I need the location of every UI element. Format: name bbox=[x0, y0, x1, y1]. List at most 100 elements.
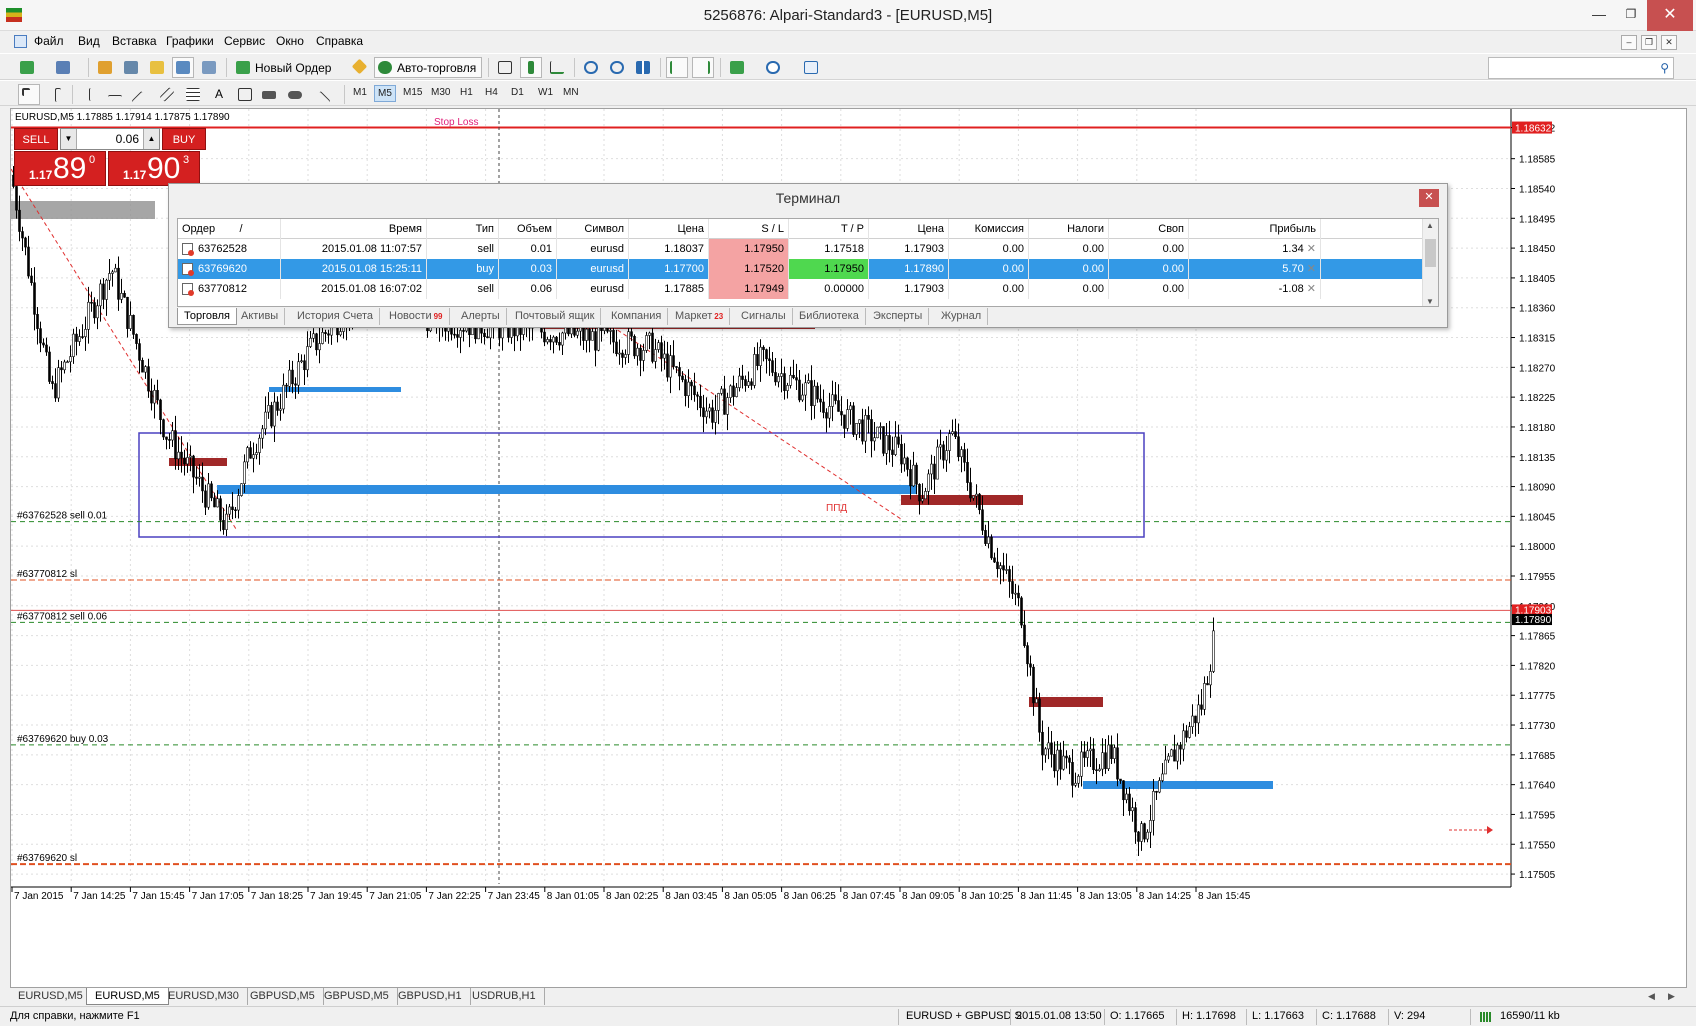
search-input[interactable]: ⚲ bbox=[1488, 57, 1674, 79]
terminal-tab[interactable]: Маркет 23 bbox=[669, 308, 731, 325]
timeframe-d1[interactable]: D1 bbox=[508, 85, 527, 100]
zoom-out-button[interactable] bbox=[606, 57, 628, 78]
close-order-icon[interactable]: ✕ bbox=[1304, 283, 1316, 295]
fibonacci-tool[interactable] bbox=[182, 84, 204, 105]
chart-tab[interactable]: GBPUSD,H1 bbox=[390, 988, 471, 1005]
bar-chart-button[interactable] bbox=[494, 57, 516, 78]
col-volume[interactable]: Объем bbox=[499, 219, 557, 239]
terminal-tab[interactable]: Почтовый ящик bbox=[509, 308, 602, 325]
arrows-tool[interactable] bbox=[310, 84, 340, 111]
mdi-close-button[interactable]: ✕ bbox=[1661, 35, 1677, 50]
cursor-tool[interactable] bbox=[18, 84, 40, 105]
market-watch-button[interactable] bbox=[94, 57, 116, 78]
profiles-button[interactable] bbox=[52, 57, 82, 78]
terminal-tab[interactable]: Активы bbox=[235, 308, 286, 325]
maximize-button[interactable]: ❐ bbox=[1615, 0, 1647, 31]
lot-decrease-button[interactable]: ▼ bbox=[61, 129, 77, 149]
chart-window-icon[interactable] bbox=[14, 35, 27, 48]
mdi-minimize-button[interactable]: – bbox=[1621, 35, 1637, 50]
tabs-scroll-right-icon[interactable]: ▶ bbox=[1668, 991, 1675, 1002]
terminal-close-button[interactable]: ✕ bbox=[1419, 189, 1439, 207]
text-tool[interactable]: A bbox=[208, 84, 230, 105]
timeframe-mn[interactable]: MN bbox=[560, 85, 582, 100]
terminal-button[interactable] bbox=[172, 57, 194, 78]
navigator-button[interactable] bbox=[146, 57, 168, 78]
timeframe-m5[interactable]: M5 bbox=[374, 85, 396, 102]
terminal-tab[interactable]: Сигналы bbox=[735, 308, 793, 325]
table-row[interactable]: 63762528 2015.01.08 11:07:57 sell 0.01 eurus… bbox=[178, 239, 1422, 259]
close-order-icon[interactable]: ✕ bbox=[1304, 263, 1316, 275]
auto-scroll-button[interactable] bbox=[666, 57, 688, 78]
col-price[interactable]: Цена bbox=[629, 219, 709, 239]
vertical-line-tool[interactable] bbox=[78, 84, 100, 105]
col-order[interactable]: Ордер / bbox=[178, 219, 281, 239]
lot-increase-button[interactable]: ▲ bbox=[143, 129, 159, 149]
col-sl[interactable]: S / L bbox=[709, 219, 789, 239]
scroll-thumb[interactable] bbox=[1425, 239, 1436, 267]
trendline-tool[interactable] bbox=[130, 84, 152, 111]
terminal-tab[interactable]: Алерты bbox=[455, 308, 507, 325]
timeframe-m1[interactable]: M1 bbox=[350, 85, 370, 100]
terminal-tab[interactable]: Новости 99 bbox=[383, 308, 450, 325]
equidistant-channel-tool[interactable] bbox=[156, 84, 178, 105]
col-current-price[interactable]: Цена bbox=[869, 219, 949, 239]
terminal-tab[interactable]: Компания bbox=[605, 308, 669, 325]
menu-help[interactable]: Справка bbox=[316, 34, 363, 48]
col-symbol[interactable]: Символ bbox=[557, 219, 629, 239]
col-taxes[interactable]: Налоги bbox=[1029, 219, 1109, 239]
timeframe-h1[interactable]: H1 bbox=[457, 85, 476, 100]
rectangle-tool[interactable] bbox=[258, 84, 280, 105]
line-chart-button[interactable] bbox=[546, 57, 568, 78]
col-tp[interactable]: T / P bbox=[789, 219, 869, 239]
chart-tab[interactable]: EURUSD,M5 bbox=[10, 988, 92, 1005]
menu-charts[interactable]: Графики bbox=[166, 34, 214, 48]
close-order-icon[interactable]: ✕ bbox=[1304, 243, 1316, 255]
menu-tools[interactable]: Сервис bbox=[224, 34, 265, 48]
metaeditor-button[interactable] bbox=[348, 57, 370, 78]
col-commission[interactable]: Комиссия bbox=[949, 219, 1029, 239]
col-profit[interactable]: Прибыль bbox=[1189, 219, 1321, 239]
timeframe-h4[interactable]: H4 bbox=[482, 85, 501, 100]
col-swap[interactable]: Своп bbox=[1109, 219, 1189, 239]
horizontal-line-tool[interactable] bbox=[104, 84, 126, 105]
terminal-tab[interactable]: Журнал bbox=[935, 308, 989, 325]
lot-size-field[interactable]: ▼ 0.06 ▲ bbox=[60, 128, 160, 150]
new-order-button[interactable]: Новый Ордер bbox=[232, 57, 344, 78]
data-window-button[interactable] bbox=[120, 57, 142, 78]
terminal-tab[interactable]: Торговля bbox=[177, 308, 237, 325]
ask-price-button[interactable]: 1.17 90 3 bbox=[108, 151, 200, 186]
ellipse-tool[interactable] bbox=[284, 84, 306, 105]
chart-tab[interactable]: GBPUSD,M5 bbox=[316, 988, 398, 1005]
tile-windows-button[interactable] bbox=[632, 57, 654, 78]
tabs-scroll-left-icon[interactable]: ◀ bbox=[1648, 991, 1655, 1002]
menu-window[interactable]: Окно bbox=[276, 34, 304, 48]
terminal-tab[interactable]: Библиотека bbox=[793, 308, 866, 325]
terminal-tab[interactable]: История Счета bbox=[291, 308, 381, 325]
indicators-button[interactable] bbox=[726, 57, 758, 78]
search-icon[interactable]: ⚲ bbox=[1660, 61, 1669, 75]
orders-scrollbar[interactable]: ▲ ▼ bbox=[1422, 219, 1438, 306]
strategy-tester-button[interactable] bbox=[198, 57, 220, 78]
lot-size-value[interactable]: 0.06 bbox=[81, 132, 139, 146]
autotrading-button[interactable]: Авто-торговля bbox=[374, 57, 482, 78]
table-row[interactable]: 63770812 2015.01.08 16:07:02 sell 0.06 eurus… bbox=[178, 279, 1422, 299]
new-chart-button[interactable] bbox=[16, 57, 46, 78]
bid-price-button[interactable]: 1.17 89 0 bbox=[14, 151, 106, 186]
minimize-button[interactable]: — bbox=[1583, 0, 1615, 31]
terminal-tab[interactable]: Эксперты bbox=[867, 308, 930, 325]
sell-button[interactable]: SELL bbox=[14, 128, 58, 150]
text-label-tool[interactable] bbox=[234, 84, 256, 105]
chart-tab[interactable]: EURUSD,M5 bbox=[86, 988, 169, 1005]
menu-view[interactable]: Вид bbox=[78, 34, 100, 48]
buy-button[interactable]: BUY bbox=[162, 128, 206, 150]
menu-insert[interactable]: Вставка bbox=[112, 34, 157, 48]
close-window-button[interactable]: ✕ bbox=[1647, 0, 1693, 31]
timeframe-w1[interactable]: W1 bbox=[535, 85, 556, 100]
col-type[interactable]: Тип bbox=[427, 219, 499, 239]
menu-file[interactable]: Файл bbox=[34, 34, 64, 48]
zoom-in-button[interactable] bbox=[580, 57, 602, 78]
crosshair-tool[interactable] bbox=[44, 84, 66, 105]
chart-tab[interactable]: GBPUSD,M5 bbox=[242, 988, 324, 1005]
col-time[interactable]: Время bbox=[281, 219, 427, 239]
chart-tab[interactable]: USDRUB,H1 bbox=[464, 988, 545, 1005]
